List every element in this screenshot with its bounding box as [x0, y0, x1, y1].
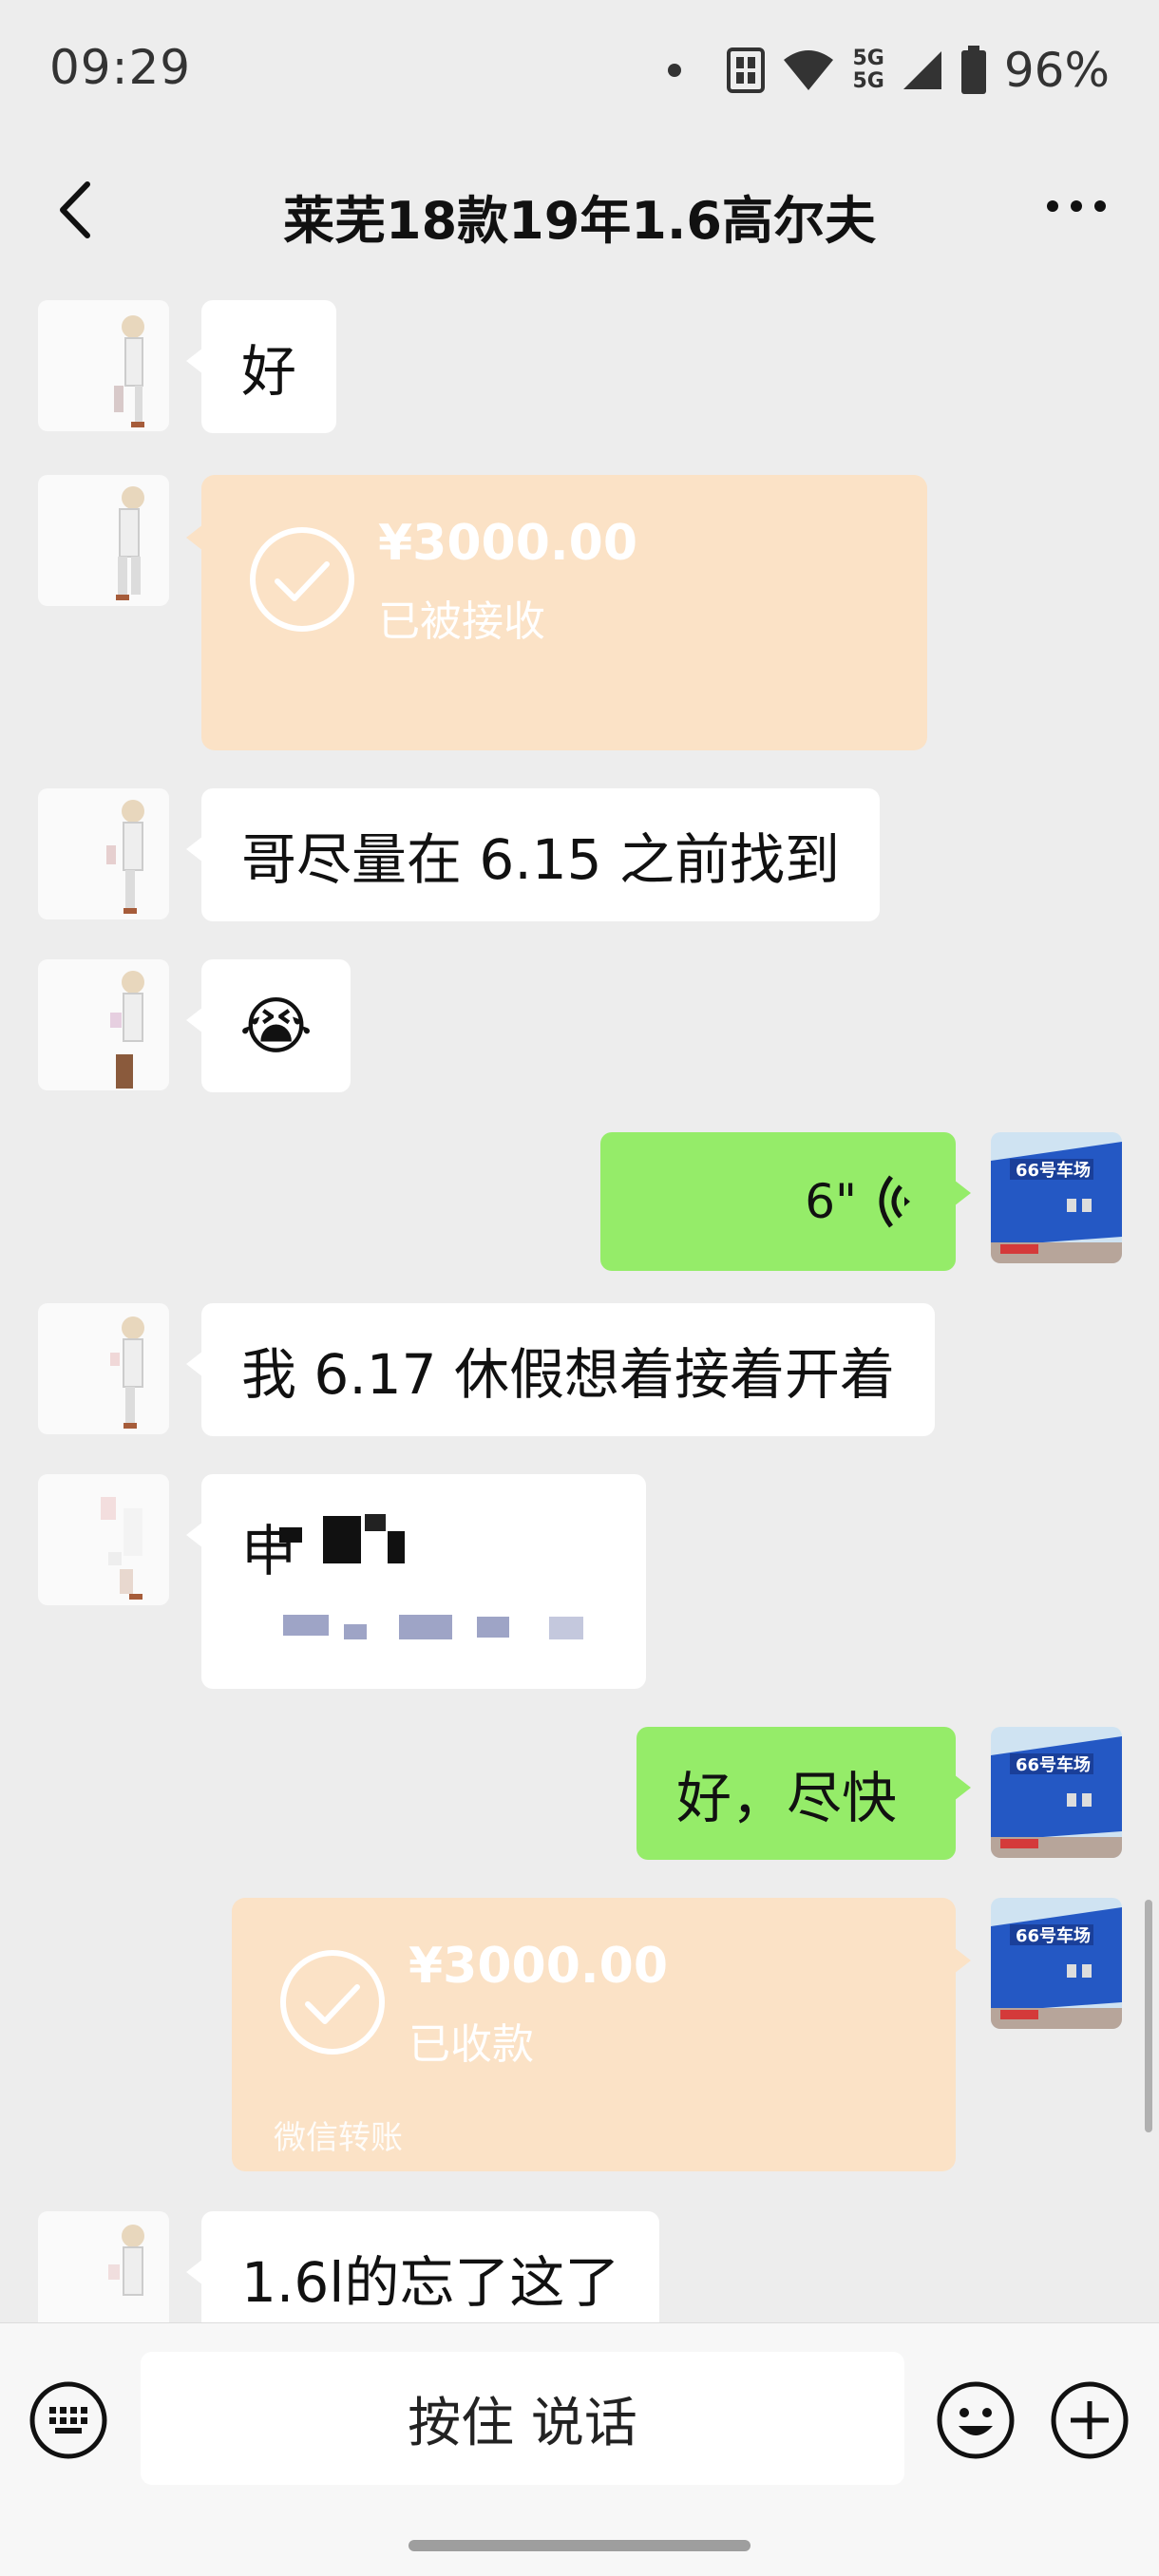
pixelated-text [283, 1615, 329, 1636]
hold-to-talk-label: 按住 说话 [408, 2392, 637, 2454]
check-circle-icon [250, 527, 354, 632]
cartoon-avatar-icon [38, 1474, 169, 1605]
warehouse-avatar-icon: 66号车场 [991, 1132, 1122, 1263]
redacted-block [323, 1516, 361, 1563]
warehouse-avatar-icon: 66号车场 [991, 1898, 1122, 2029]
message-text: 申 [241, 1519, 297, 1583]
transfer-amount: ¥3000.00 [378, 515, 638, 572]
message-row: 😭 [0, 959, 1159, 1102]
contact-avatar[interactable] [38, 1303, 169, 1434]
redacted-block [365, 1514, 386, 1531]
cartoon-avatar-icon [38, 959, 169, 1090]
keyboard-icon[interactable] [28, 2380, 108, 2460]
status-time: 09:29 [49, 40, 192, 95]
voice-wave-icon [879, 1175, 910, 1228]
cartoon-avatar-icon [38, 300, 169, 431]
transfer-status: 已收款 [408, 2020, 534, 2069]
message-row: 好，尽快 66号车场 [0, 1727, 1159, 1869]
cartoon-avatar-icon [38, 2211, 169, 2322]
contact-avatar[interactable] [38, 1474, 169, 1605]
pixelated-text [399, 1615, 452, 1639]
message-row: ¥3000.00 已收款 微信转账 66号车场 [0, 1898, 1159, 2183]
chat-title: 莱芜18款19年1.6高尔夫 [283, 191, 876, 251]
crying-laughing-emoji-icon: 😭 [239, 989, 314, 1063]
hd-icon [727, 47, 766, 93]
cartoon-avatar-icon [38, 788, 169, 919]
scrollbar[interactable] [1145, 1900, 1152, 2132]
home-indicator[interactable] [408, 2540, 750, 2551]
my-avatar[interactable]: 66号车场 [991, 1727, 1122, 1858]
voice-duration: 6" [805, 1174, 857, 1229]
wifi-icon [784, 50, 834, 90]
battery-percentage: 96% [1003, 43, 1110, 98]
check-circle-icon [280, 1950, 385, 2055]
message-bubble[interactable]: 我 6.17 休假想着接着开着 [185, 1303, 936, 1436]
message-bubble[interactable]: 1.6l的忘了这了 [185, 2211, 660, 2322]
message-row: 好 [0, 300, 1159, 443]
transfer-card[interactable]: ¥3000.00 已被接收 [186, 475, 927, 750]
transfer-footer: 微信转账 [274, 2119, 403, 2157]
transfer-status: 已被接收 [378, 597, 545, 646]
transfer-card[interactable]: ¥3000.00 已收款 微信转账 [232, 1898, 971, 2171]
battery-icon [960, 46, 986, 94]
network-5g-bottom: 5G [852, 69, 884, 93]
contact-avatar[interactable] [38, 788, 169, 919]
message-row: 哥尽量在 6.15 之前找到 [0, 788, 1159, 931]
message-text: 我 6.17 休假想着接着开着 [241, 1342, 896, 1407]
my-avatar[interactable]: 66号车场 [991, 1132, 1122, 1263]
transfer-amount: ¥3000.00 [408, 1938, 669, 1995]
redacted-block [388, 1531, 405, 1563]
emoji-icon[interactable] [936, 2380, 1016, 2460]
signal-icon [902, 51, 941, 89]
contact-avatar[interactable] [38, 959, 169, 1090]
cartoon-avatar-icon [38, 475, 169, 606]
message-row: ¥3000.00 已被接收 [0, 475, 1159, 760]
message-text: 1.6l的忘了这了 [241, 2250, 620, 2315]
input-bar: 按住 说话 [0, 2322, 1159, 2576]
notification-dot-icon [668, 64, 682, 77]
more-options-icon[interactable] [1043, 192, 1110, 220]
message-text: 好，尽快 [676, 1766, 898, 1830]
message-bubble[interactable]: 好 [185, 300, 337, 433]
pixelated-text [477, 1617, 509, 1638]
redacted-block [279, 1527, 302, 1543]
warehouse-sign: 66号车场 [1016, 1925, 1091, 1946]
message-row: 申 [0, 1474, 1159, 1698]
status-icons: 5G 5G 96% [668, 42, 1110, 99]
message-row: 6" 66号车场 [0, 1132, 1159, 1275]
message-text: 好 [241, 339, 297, 404]
plus-icon[interactable] [1050, 2380, 1130, 2460]
status-bar: 09:29 5G 5G 96% [0, 0, 1159, 142]
warehouse-avatar-icon: 66号车场 [991, 1727, 1122, 1858]
message-bubble[interactable]: 😭 [185, 959, 352, 1092]
pixelated-text [549, 1617, 583, 1639]
my-avatar[interactable]: 66号车场 [991, 1898, 1122, 2029]
message-bubble[interactable]: 申 [186, 1474, 646, 1689]
cartoon-avatar-icon [38, 1303, 169, 1434]
hold-to-talk-button[interactable]: 按住 说话 [141, 2352, 904, 2485]
chat-header: 莱芜18款19年1.6高尔夫 [0, 142, 1159, 275]
pixelated-text [344, 1624, 367, 1639]
contact-avatar[interactable] [38, 475, 169, 606]
network-5g-top: 5G [852, 47, 884, 70]
message-text: 哥尽量在 6.15 之前找到 [241, 827, 841, 892]
message-bubble[interactable]: 哥尽量在 6.15 之前找到 [185, 788, 881, 921]
message-list[interactable]: 好 ¥3000.00 已被接收 哥尽量在 6.15 之前找到 😭 6" 66号车… [0, 275, 1159, 2322]
contact-avatar[interactable] [38, 300, 169, 431]
network-5g-icon: 5G 5G [852, 47, 884, 93]
contact-avatar[interactable] [38, 2211, 169, 2322]
voice-message-bubble[interactable]: 6" [600, 1132, 971, 1271]
message-bubble[interactable]: 好，尽快 [636, 1727, 971, 1860]
warehouse-sign: 66号车场 [1016, 1160, 1091, 1181]
message-row: 我 6.17 休假想着接着开着 [0, 1303, 1159, 1446]
message-row: 1.6l的忘了这了 [0, 2211, 1159, 2322]
warehouse-sign: 66号车场 [1016, 1754, 1091, 1775]
